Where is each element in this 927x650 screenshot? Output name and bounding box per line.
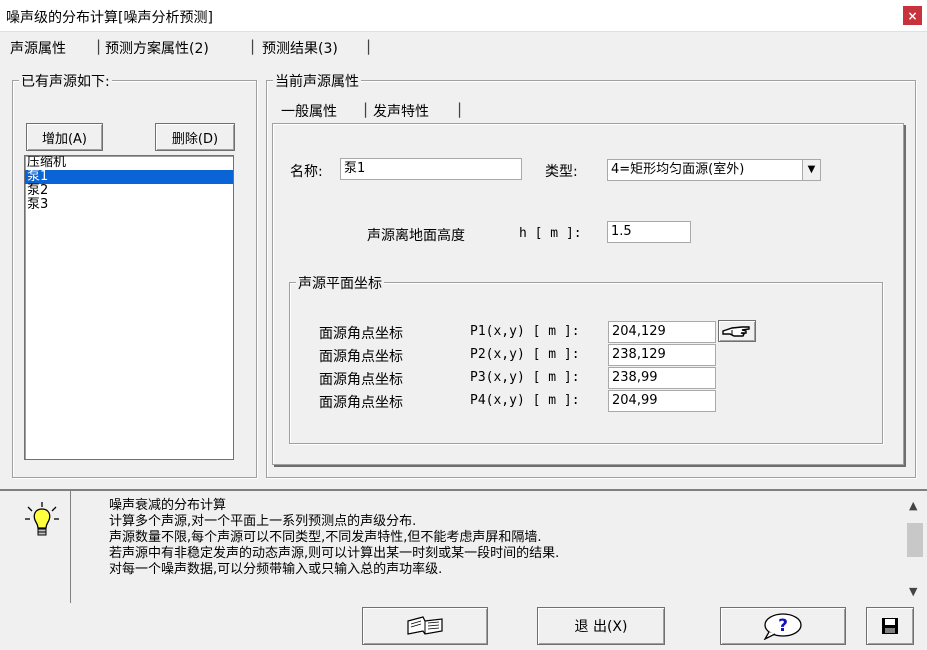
delete-source-label: 删除(D) (171, 131, 219, 147)
source-properties-title: 当前声源属性 (273, 71, 361, 91)
window-title: 噪声级的分布计算[噪声分析预测] (6, 10, 213, 26)
corner-point-label: P1(x,y) [ m ]: (470, 324, 580, 339)
tab-emission-characteristics[interactable]: 发声特性 (373, 101, 429, 121)
close-icon: × (907, 8, 918, 23)
p4-input[interactable]: 204,99 (608, 390, 716, 412)
type-label: 类型: (545, 164, 578, 180)
open-book-icon (407, 616, 443, 635)
source-list-title: 已有声源如下: (19, 71, 112, 91)
corner-label: 面源角点坐标 (319, 349, 403, 365)
list-item[interactable]: 泵3 (25, 198, 233, 212)
tab-prediction-results[interactable]: 预测结果(3) (262, 38, 338, 58)
type-select[interactable]: 4=矩形均匀面源(室外) ▼ (607, 159, 821, 181)
list-item-selected[interactable]: 泵1 (25, 170, 233, 184)
height-symbol: h [ m ]: (519, 226, 582, 241)
tab-separator: | (250, 37, 256, 55)
tab-separator: | (457, 100, 463, 118)
tab-general-properties[interactable]: 一般属性 (281, 101, 337, 121)
tab-separator: | (96, 37, 102, 55)
corner-label: 面源角点坐标 (319, 326, 403, 342)
help-scrollbar[interactable]: ▲ ▼ (903, 491, 927, 605)
corner-point-label: P3(x,y) [ m ]: (470, 370, 580, 385)
corner-point-label: P2(x,y) [ m ]: (470, 347, 580, 362)
exit-button[interactable]: 退 出(X) (537, 607, 665, 645)
list-item[interactable]: 压缩机 (25, 156, 233, 170)
p3-input[interactable]: 238,99 (608, 367, 716, 389)
add-source-label: 增加(A) (41, 131, 88, 147)
tab-source-properties[interactable]: 声源属性 (10, 38, 66, 58)
source-properties-group: 当前声源属性 一般属性 | 发声特性 | 名称: 泵1 类型: 4=矩形均匀面源… (266, 71, 916, 478)
chevron-down-icon[interactable]: ▼ (802, 160, 820, 180)
help-line: 计算多个声源,对一个平面上一系列预测点的声级分布. (109, 514, 417, 529)
help-text-box[interactable]: 噪声衰减的分布计算 计算多个声源,对一个平面上一系列预测点的声级分布. 声源数量… (70, 491, 927, 605)
name-input[interactable]: 泵1 (340, 158, 522, 180)
add-source-button[interactable]: 增加(A) (26, 123, 103, 151)
height-input[interactable]: 1.5 (607, 221, 691, 243)
help-line: 若声源中有非稳定发声的动态声源,则可以计算出某一时刻或某一段时间的结果. (109, 546, 560, 561)
floppy-disk-icon (882, 618, 898, 634)
delete-source-button[interactable]: 删除(D) (155, 123, 235, 151)
p1-input[interactable]: 204,129 (608, 321, 716, 343)
corner-point-label: P4(x,y) [ m ]: (470, 393, 580, 408)
pick-point-button[interactable] (718, 320, 756, 342)
tab-separator: | (366, 37, 372, 55)
source-list-group: 已有声源如下: 增加(A) 删除(D) 压缩机 泵1 泵2 泵3 (12, 71, 257, 478)
exit-label: 退 出(X) (574, 619, 628, 635)
title-bar: 噪声级的分布计算[噪声分析预测] × (0, 0, 927, 32)
inner-tab-strip: 一般属性 | 发声特性 | (281, 99, 581, 123)
type-select-value: 4=矩形均匀面源(室外) (611, 162, 745, 177)
tab-separator: | (363, 100, 369, 118)
scroll-down-icon[interactable]: ▼ (909, 585, 917, 598)
name-label: 名称: (290, 164, 323, 180)
scroll-up-icon[interactable]: ▲ (909, 499, 917, 512)
help-bar: 噪声衰减的分布计算 计算多个声源,对一个平面上一系列预测点的声级分布. 声源数量… (0, 489, 927, 605)
svg-text:?: ? (778, 616, 788, 636)
manual-button[interactable] (362, 607, 488, 645)
coordinates-group: 声源平面坐标 面源角点坐标 P1(x,y) [ m ]: 204,129 面源角… (289, 273, 883, 444)
tab-scheme-properties[interactable]: 预测方案属性(2) (105, 38, 209, 58)
lightbulb-icon (25, 502, 59, 536)
bottom-button-bar: 退 出(X) ? (0, 603, 927, 650)
general-properties-panel: 名称: 泵1 类型: 4=矩形均匀面源(室外) ▼ 声源离地面高度 h [ m … (272, 123, 904, 465)
coordinates-title: 声源平面坐标 (296, 273, 384, 293)
scroll-thumb[interactable] (907, 523, 923, 557)
help-line: 声源数量不限,每个声源可以不同类型,不同发声特性,但不能考虑声屏和隔墙. (109, 530, 542, 545)
list-item[interactable]: 泵2 (25, 184, 233, 198)
corner-label: 面源角点坐标 (319, 395, 403, 411)
help-button[interactable]: ? (720, 607, 846, 645)
help-line: 对每一个噪声数据,可以分频带输入或只输入总的声功率级. (109, 562, 443, 577)
corner-label: 面源角点坐标 (319, 372, 403, 388)
save-button[interactable] (866, 607, 914, 645)
hand-pointer-icon (722, 326, 750, 337)
main-tab-strip: 声源属性 | 预测方案属性(2) | 预测结果(3) | (0, 32, 927, 60)
height-label: 声源离地面高度 (367, 228, 465, 244)
p2-input[interactable]: 238,129 (608, 344, 716, 366)
help-line: 噪声衰减的分布计算 (109, 498, 227, 513)
source-listbox[interactable]: 压缩机 泵1 泵2 泵3 (24, 155, 234, 460)
question-icon: ? (763, 613, 802, 640)
close-button[interactable]: × (903, 6, 922, 25)
